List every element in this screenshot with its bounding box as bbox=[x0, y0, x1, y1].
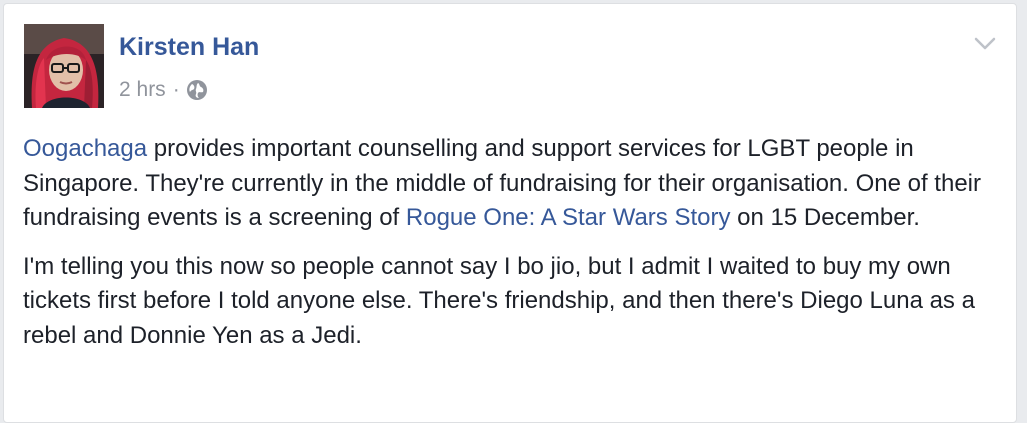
post-body: Oogachaga provides important counselling… bbox=[23, 132, 998, 353]
avatar[interactable] bbox=[24, 24, 104, 108]
globe-icon[interactable] bbox=[186, 79, 208, 101]
paragraph-1-text-b: on 15 December. bbox=[730, 204, 920, 231]
post-card: Kirsten Han 2 hrs · Oogachaga provides i… bbox=[3, 3, 1017, 423]
link-rogue-one[interactable]: Rogue One: A Star Wars Story bbox=[406, 204, 731, 231]
post-meta: 2 hrs · bbox=[119, 76, 208, 104]
link-oogachaga[interactable]: Oogachaga bbox=[23, 135, 147, 162]
meta-separator: · bbox=[172, 78, 180, 101]
post-paragraph-1: Oogachaga provides important counselling… bbox=[23, 132, 998, 236]
avatar-image bbox=[24, 24, 104, 108]
author-name[interactable]: Kirsten Han bbox=[119, 33, 259, 62]
post-timestamp[interactable]: 2 hrs bbox=[119, 78, 166, 102]
chevron-down-icon[interactable] bbox=[972, 34, 998, 54]
post-paragraph-2: I'm telling you this now so people canno… bbox=[23, 252, 975, 349]
